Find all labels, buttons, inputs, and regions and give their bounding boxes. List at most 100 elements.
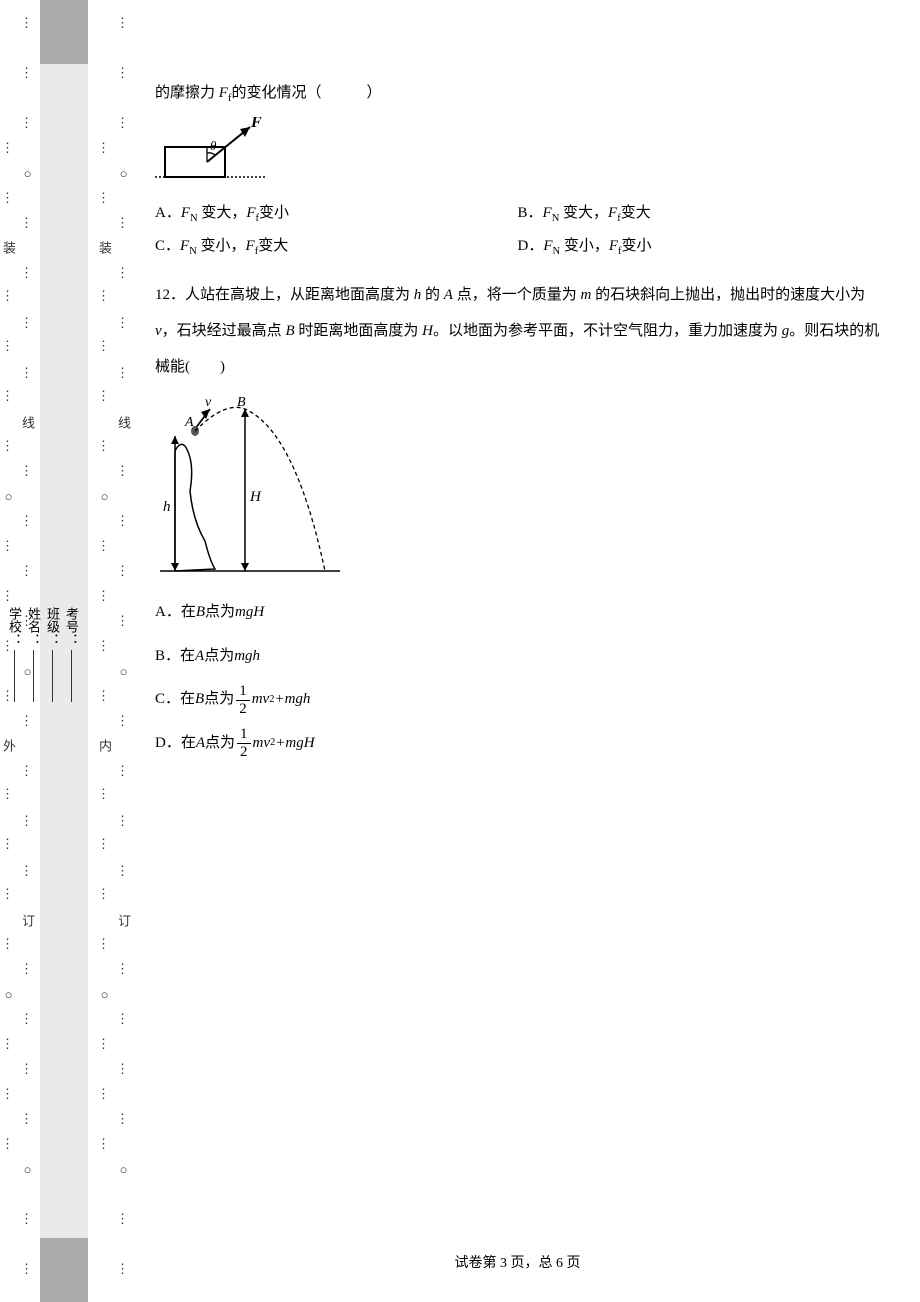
page-content: 的摩擦力 Ff的变化情况（ ） F θ A．FN 变大，Ff变小 B．FN 变大… bbox=[155, 75, 880, 1252]
gray-block-top bbox=[40, 0, 88, 64]
opt-var: F bbox=[181, 205, 190, 221]
q12-options: A．在 B 点为 mgH B．在 A 点为 mgh C．在 B 点为12mv 2 … bbox=[155, 591, 880, 765]
svg-text:F: F bbox=[250, 117, 262, 131]
q12-t: 的石块斜向上抛出， bbox=[591, 287, 730, 303]
q12-t: 。以地面为参考平面， bbox=[433, 323, 583, 339]
opt-text: 点为 bbox=[205, 591, 235, 635]
opt-text: 点为 bbox=[204, 678, 234, 722]
q12-opt-c: C．在 B 点为12mv 2 + mgh bbox=[155, 678, 880, 722]
opt-expr: mgh bbox=[285, 678, 311, 722]
fraction-icon: 12 bbox=[236, 684, 250, 717]
projectile-icon: h A v B H bbox=[155, 391, 345, 581]
opt-sub: N bbox=[189, 246, 197, 257]
opt-var: A bbox=[196, 722, 205, 766]
svg-text:B: B bbox=[237, 395, 246, 410]
opt-text: 变大 bbox=[621, 205, 651, 221]
opt-text: 变大， bbox=[559, 205, 608, 221]
info-class-label: 班级： bbox=[43, 607, 62, 646]
svg-text:θ: θ bbox=[210, 138, 217, 153]
q11-options: A．FN 变大，Ff变小 B．FN 变大，Ff变大 C．FN 变小，Ff变大 D… bbox=[155, 197, 880, 263]
q12-var: m bbox=[580, 287, 591, 303]
opt-var: B bbox=[195, 678, 204, 722]
info-exam-no: 考号： bbox=[62, 607, 81, 706]
opt-text: 变大 bbox=[258, 238, 288, 254]
opt-label: B． bbox=[518, 205, 543, 221]
q12-text: 12．人站在高坡上，从距离地面高度为 h 的 A 点，将一个质量为 m 的石块斜… bbox=[155, 277, 880, 385]
opt-label: A． bbox=[155, 205, 181, 221]
opt-text: 点为 bbox=[204, 635, 234, 679]
opt-text: 在 bbox=[180, 635, 195, 679]
opt-var: F bbox=[246, 205, 255, 221]
q12-t: 的 bbox=[421, 287, 444, 303]
q12-t: 点，将一个质量为 bbox=[453, 287, 581, 303]
info-class: 班级： bbox=[43, 607, 62, 706]
info-name-label: 姓名： bbox=[24, 607, 43, 646]
opt-var: F bbox=[609, 238, 618, 254]
q12-number: 12． bbox=[155, 287, 185, 303]
opt-label: D． bbox=[518, 238, 544, 254]
opt-label: C． bbox=[155, 678, 180, 722]
q11-opt-a: A．FN 变大，Ff变小 bbox=[155, 197, 518, 230]
info-name: 姓名： bbox=[24, 607, 43, 706]
q12-var: B bbox=[285, 323, 294, 339]
opt-text: 变小， bbox=[560, 238, 609, 254]
student-info-strip: 考号： 班级： 姓名： 学校： bbox=[63, 370, 81, 942]
q12-opt-d: D．在 A 点为12mv2 + mgH bbox=[155, 722, 880, 766]
svg-text:H: H bbox=[249, 489, 262, 505]
opt-label: C． bbox=[155, 238, 180, 254]
frac-den: 2 bbox=[240, 744, 248, 760]
q12-t: 抛出时的速度大小为 bbox=[730, 287, 865, 303]
opt-var: F bbox=[543, 205, 552, 221]
opt-text: 变小 bbox=[622, 238, 652, 254]
q12-t: 人站在高坡上，从距离地面高度为 bbox=[185, 287, 414, 303]
svg-text:A: A bbox=[184, 415, 194, 430]
info-school-label: 学校： bbox=[5, 607, 24, 646]
opt-sub: N bbox=[190, 213, 198, 224]
opt-text: 在 bbox=[181, 722, 196, 766]
opt-expr: mgH bbox=[235, 591, 264, 635]
svg-text:h: h bbox=[163, 499, 171, 515]
q11-lead-pre: 的摩擦力 bbox=[155, 85, 219, 101]
q11-lead-post: 的变化情况（ ） bbox=[231, 85, 381, 101]
opt-text: 在 bbox=[180, 678, 195, 722]
opt-var: F bbox=[543, 238, 552, 254]
block-force-icon: F θ bbox=[155, 117, 275, 187]
frac-den: 2 bbox=[239, 701, 247, 717]
opt-text: 在 bbox=[181, 591, 196, 635]
q11-opt-c: C．FN 变小，Ff变大 bbox=[155, 230, 518, 263]
opt-label: D． bbox=[155, 722, 181, 766]
opt-plus: + bbox=[274, 678, 284, 722]
opt-var: A bbox=[195, 635, 204, 679]
opt-sub: N bbox=[553, 246, 561, 257]
q12-var: A bbox=[444, 287, 453, 303]
opt-expr: mgH bbox=[285, 722, 314, 766]
frac-num: 1 bbox=[236, 684, 250, 701]
opt-expr: mv bbox=[252, 678, 270, 722]
info-exam-no-label: 考号： bbox=[62, 607, 81, 646]
opt-expr: mgh bbox=[234, 635, 260, 679]
opt-var: F bbox=[246, 238, 255, 254]
q12-t: 不计空气阻力，重力加速度为 bbox=[583, 323, 782, 339]
gray-block-bottom bbox=[40, 1238, 88, 1302]
opt-text: 变小， bbox=[197, 238, 246, 254]
q11-opt-b: B．FN 变大，Ff变大 bbox=[518, 197, 881, 230]
opt-text: 变小 bbox=[259, 205, 289, 221]
q12-var: v bbox=[155, 323, 162, 339]
opt-text: 变大， bbox=[198, 205, 247, 221]
opt-var: B bbox=[196, 591, 205, 635]
q11-lead-var: F bbox=[219, 85, 228, 101]
q11-diagram: F θ bbox=[155, 117, 880, 187]
q11-lead: 的摩擦力 Ff的变化情况（ ） bbox=[155, 75, 880, 111]
q12-t: 时距离地面高度为 bbox=[295, 323, 423, 339]
q12-t: ，石块经过最高点 bbox=[162, 323, 286, 339]
q12-opt-a: A．在 B 点为 mgH bbox=[155, 591, 880, 635]
q12-diagram: h A v B H bbox=[155, 391, 880, 581]
q12-opt-b: B．在 A 点为 mgh bbox=[155, 635, 880, 679]
opt-var: F bbox=[608, 205, 617, 221]
info-school: 学校： bbox=[5, 607, 24, 706]
svg-text:v: v bbox=[205, 395, 212, 410]
binding-strip-inner: ⋮ ⋮ ⋮ ○ ⋮ ⋮ ⋮ ⋮ 线 ⋮ ⋮ ⋮ ⋮ ○ ⋮ ⋮ ⋮ ⋮ 订 ⋮ … bbox=[96, 0, 132, 1302]
opt-var: F bbox=[180, 238, 189, 254]
opt-text: 点为 bbox=[205, 722, 235, 766]
frac-num: 1 bbox=[237, 727, 251, 744]
